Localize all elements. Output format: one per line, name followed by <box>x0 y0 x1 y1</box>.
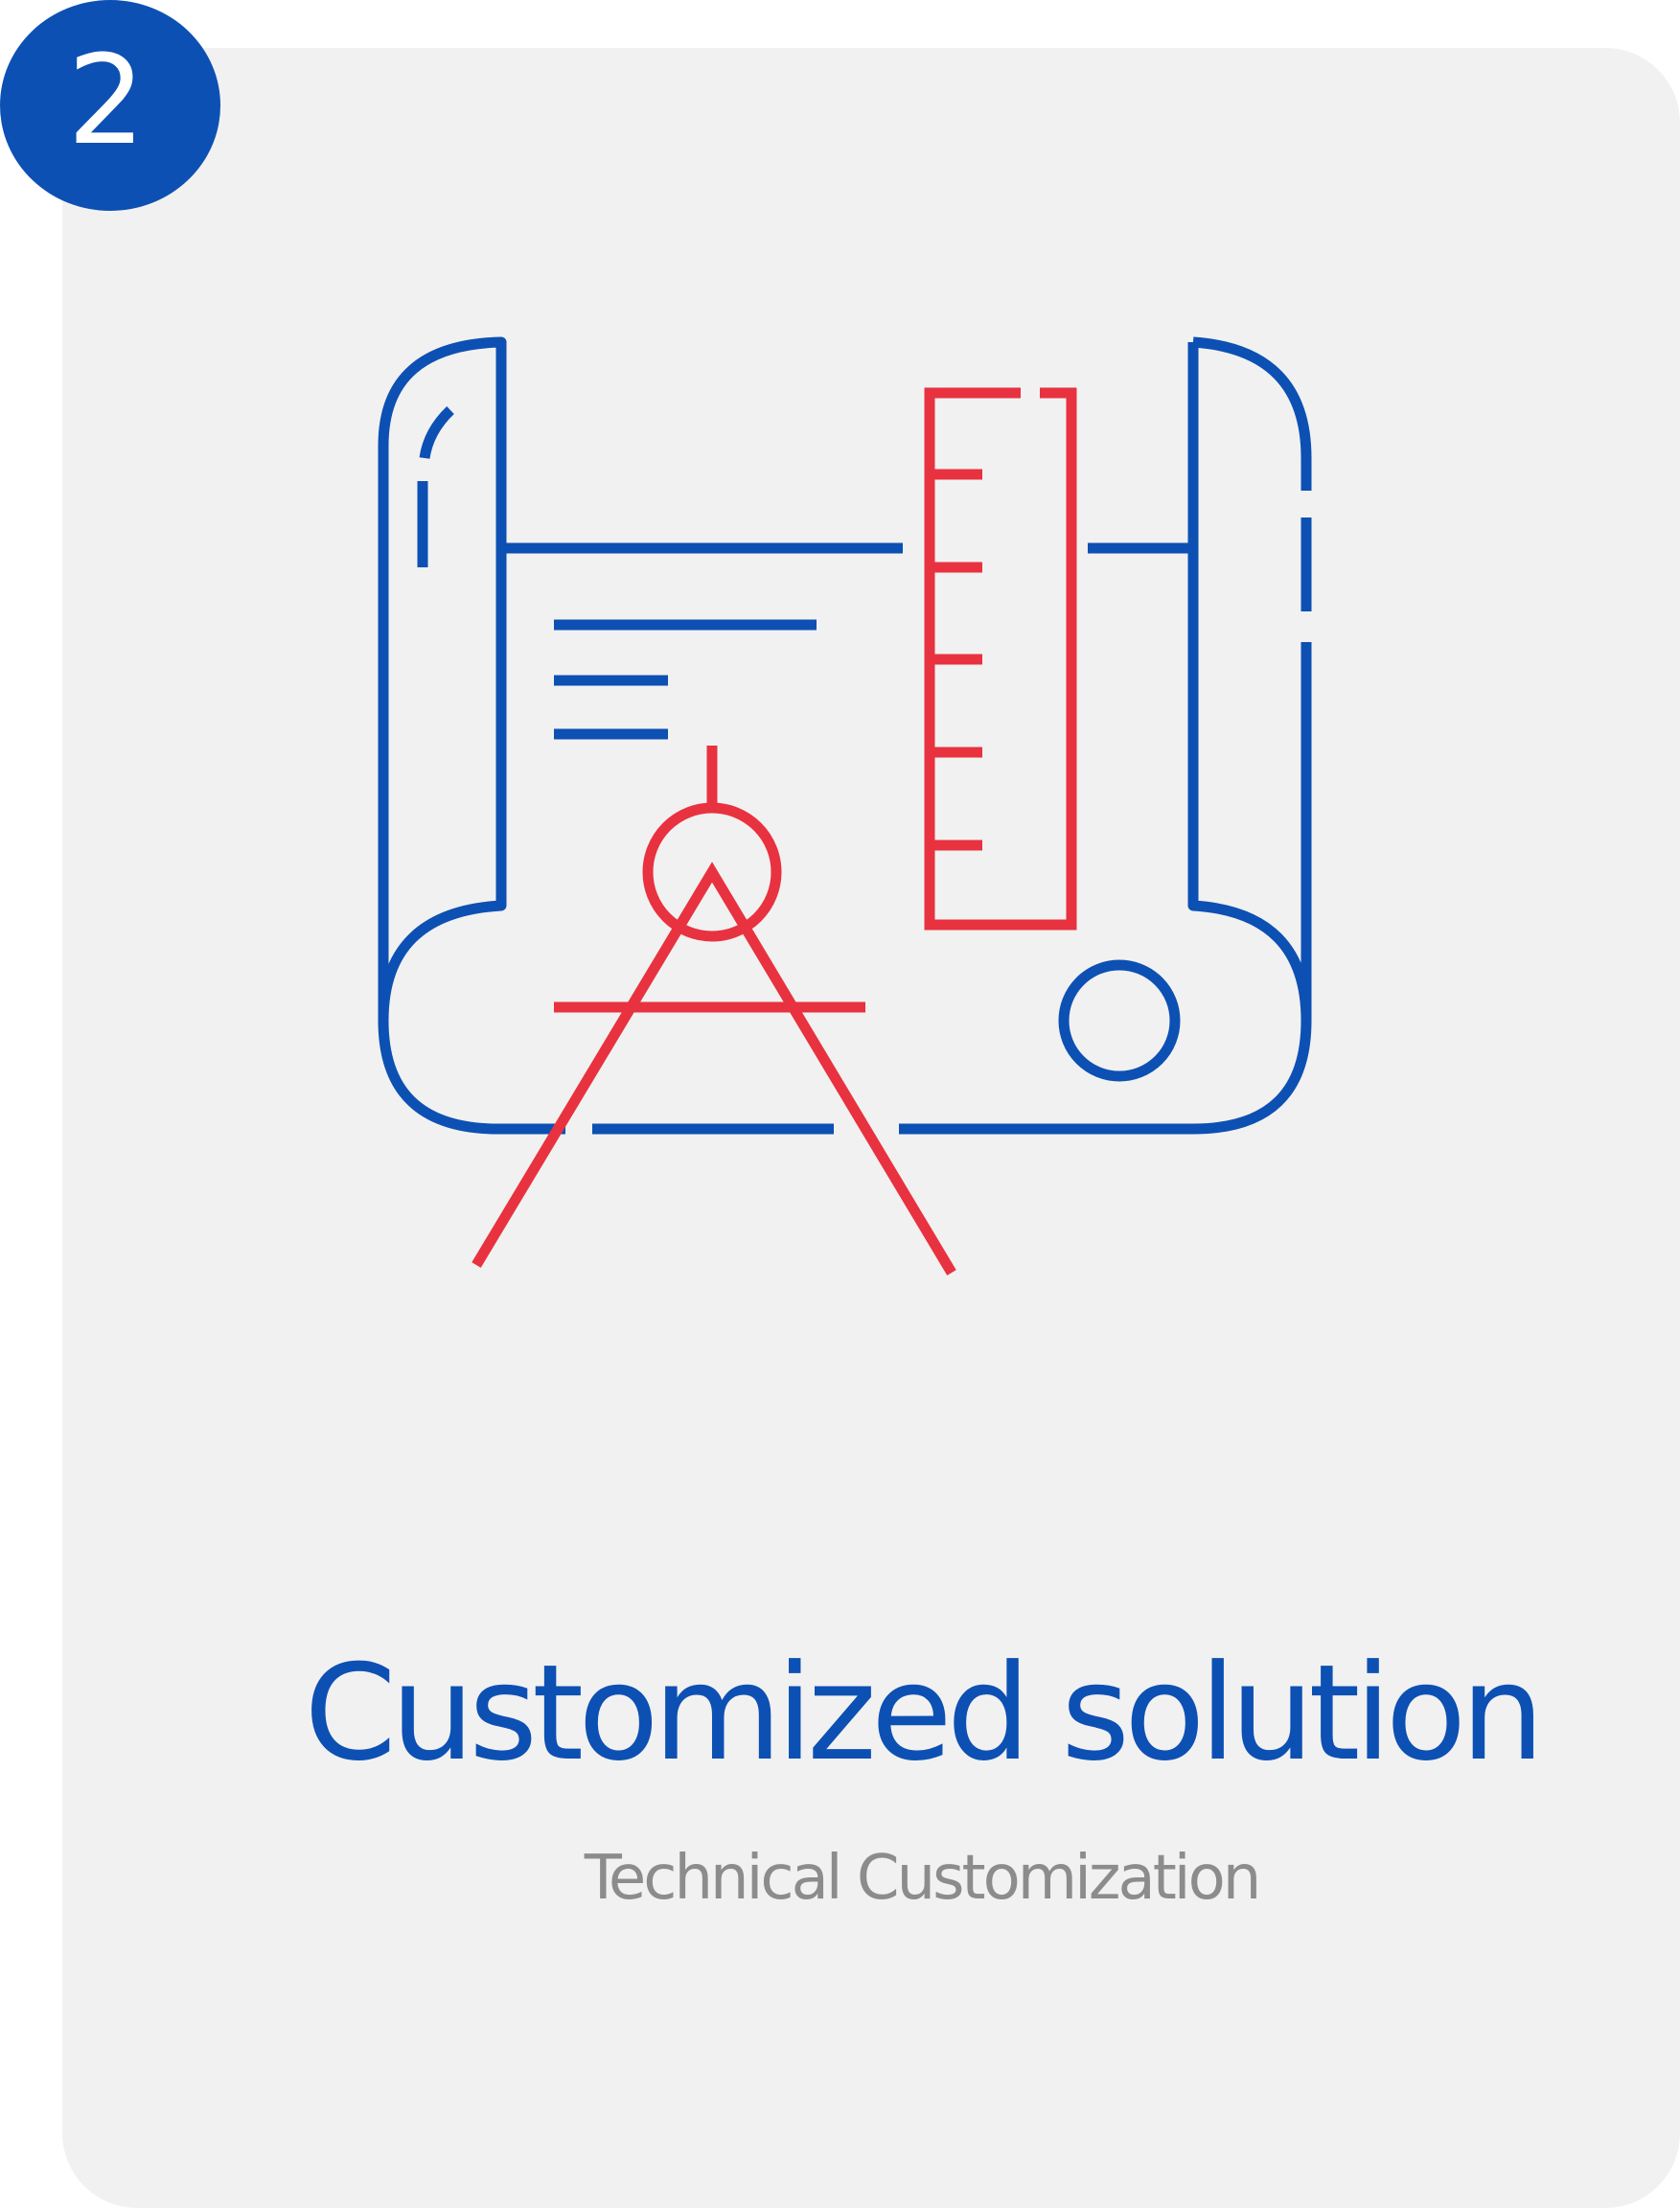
step-number: 2 <box>67 30 146 172</box>
step-number-badge: 2 <box>0 0 220 211</box>
card-title: Customized solution <box>304 1636 1544 1790</box>
card-subtitle: Technical Customization <box>584 1843 1262 1914</box>
page: 2 Customized solution Technical Customiz… <box>0 0 1680 2208</box>
